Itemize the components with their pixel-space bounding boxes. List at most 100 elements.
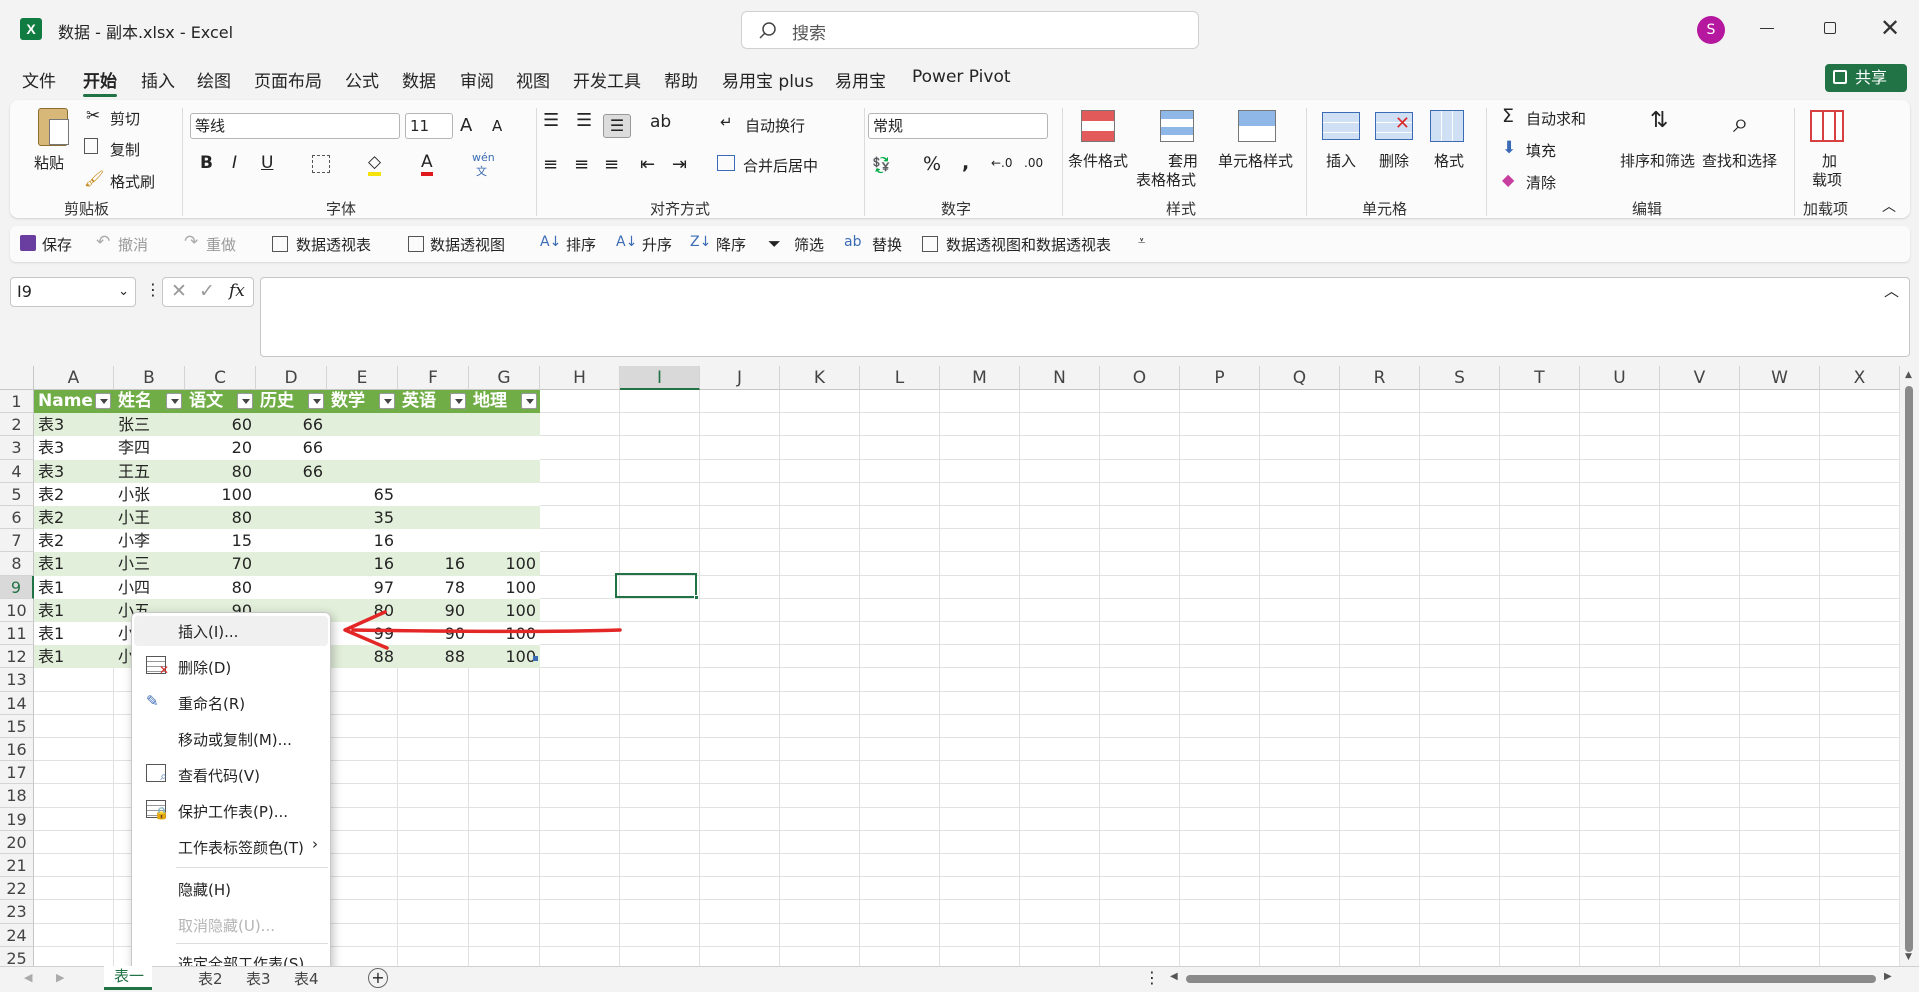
table-cell[interactable]: 表1: [34, 599, 114, 622]
table-cell[interactable]: 16: [327, 529, 398, 552]
menu-yiyongbao[interactable]: 易用宝: [835, 67, 886, 92]
table-cell[interactable]: [398, 483, 469, 506]
menu-developer[interactable]: 开发工具: [573, 67, 641, 92]
orientation-icon[interactable]: ab: [650, 112, 671, 132]
table-cell[interactable]: 表2: [34, 529, 114, 552]
menu-page-layout[interactable]: 页面布局: [254, 67, 322, 92]
table-cell[interactable]: [398, 460, 469, 483]
table-cell[interactable]: [469, 529, 540, 552]
add-ins-button-1[interactable]: 加: [1822, 150, 1837, 171]
autosum-button[interactable]: 自动求和: [1526, 108, 1586, 129]
paste-button[interactable]: 粘贴: [34, 152, 64, 173]
sheet-tab[interactable]: 表2: [192, 968, 230, 990]
row-header[interactable]: 9: [0, 575, 34, 599]
table-cell[interactable]: 15: [185, 529, 256, 552]
menu-file[interactable]: 文件: [22, 67, 56, 92]
column-header[interactable]: M: [940, 366, 1020, 390]
filter-dropdown-icon[interactable]: [237, 393, 253, 409]
table-cell[interactable]: 100: [185, 483, 256, 506]
table-cell[interactable]: 表3: [34, 436, 114, 459]
menu-insert[interactable]: 插入: [141, 67, 175, 92]
table-cell[interactable]: 小三: [114, 552, 185, 575]
sort-filter-button[interactable]: 排序和筛选: [1620, 150, 1695, 171]
filter-dropdown-icon[interactable]: [521, 393, 537, 409]
table-cell[interactable]: 表1: [34, 552, 114, 575]
restore-button[interactable]: [1824, 22, 1836, 34]
table-cell[interactable]: 100: [469, 576, 540, 599]
table-cell[interactable]: 张三: [114, 413, 185, 436]
bold-button[interactable]: B: [200, 153, 213, 173]
redo-button[interactable]: 重做: [206, 234, 236, 255]
scroll-up-icon[interactable]: ▲: [1905, 370, 1912, 380]
align-right-icon[interactable]: ≡: [604, 154, 619, 175]
menu-review[interactable]: 审阅: [460, 67, 494, 92]
filter-dropdown-icon[interactable]: [95, 393, 111, 409]
undo-button[interactable]: 撤消: [118, 234, 148, 255]
border-icon[interactable]: [312, 155, 330, 173]
table-cell[interactable]: [469, 436, 540, 459]
font-size-select[interactable]: 11: [405, 113, 453, 139]
row-header[interactable]: 1: [0, 390, 34, 414]
row-header[interactable]: 7: [0, 529, 34, 553]
table-cell[interactable]: 小四: [114, 576, 185, 599]
select-all-corner[interactable]: [0, 366, 34, 390]
more-icon[interactable]: ⋮: [145, 280, 161, 299]
row-header[interactable]: 2: [0, 413, 34, 437]
table-cell[interactable]: [327, 460, 398, 483]
format-cells-button[interactable]: 格式: [1434, 150, 1464, 171]
table-cell[interactable]: [256, 529, 327, 552]
table-cell[interactable]: 66: [256, 413, 327, 436]
menu-data[interactable]: 数据: [402, 67, 436, 92]
row-header[interactable]: 18: [0, 784, 34, 808]
cut-button[interactable]: 剪切: [110, 108, 140, 129]
italic-button[interactable]: I: [232, 153, 237, 173]
filter-dropdown-icon[interactable]: [450, 393, 466, 409]
table-cell[interactable]: [256, 483, 327, 506]
align-center-icon[interactable]: ≡: [574, 154, 589, 175]
column-header[interactable]: K: [780, 366, 860, 390]
menu-item-tab-color[interactable]: 工作表标签颜色(T): [178, 837, 304, 858]
filter-button[interactable]: 筛选: [794, 234, 824, 255]
tab-scroll-right-icon[interactable]: ▶: [56, 971, 64, 984]
menu-item-delete[interactable]: 删除(D): [178, 657, 231, 678]
horizontal-scroll-thumb[interactable]: [1186, 975, 1876, 983]
replace-button[interactable]: 替换: [872, 234, 902, 255]
copy-button[interactable]: 复制: [110, 139, 140, 160]
find-select-button[interactable]: 查找和选择: [1702, 150, 1777, 171]
table-header-cell[interactable]: 地理: [469, 390, 520, 413]
table-cell[interactable]: 60: [185, 413, 256, 436]
cancel-icon[interactable]: ✕: [171, 280, 187, 302]
conditional-format-button[interactable]: 条件格式: [1068, 150, 1128, 171]
align-middle-icon[interactable]: ☰: [576, 110, 592, 131]
column-header[interactable]: S: [1420, 366, 1500, 390]
table-cell[interactable]: 35: [327, 506, 398, 529]
filter-dropdown-icon[interactable]: [308, 393, 324, 409]
tab-scroll-left-icon[interactable]: ◀: [24, 971, 32, 984]
font-name-select[interactable]: 等线: [190, 113, 400, 139]
filter-dropdown-icon[interactable]: [379, 393, 395, 409]
decrease-indent-icon[interactable]: ⇤: [640, 154, 655, 175]
insert-function-icon[interactable]: fx: [229, 281, 245, 301]
column-header[interactable]: T: [1500, 366, 1580, 390]
add-sheet-icon[interactable]: +: [368, 968, 388, 988]
table-cell[interactable]: 65: [327, 483, 398, 506]
row-header[interactable]: 19: [0, 807, 34, 831]
decrease-decimal-icon[interactable]: .00: [1024, 156, 1043, 170]
collapse-formula-icon[interactable]: ︿: [1884, 280, 1899, 301]
table-header-cell[interactable]: 姓名: [114, 390, 165, 413]
cell-styles-button[interactable]: 单元格样式: [1218, 150, 1293, 171]
table-cell[interactable]: 78: [398, 576, 469, 599]
row-header[interactable]: 16: [0, 738, 34, 762]
table-cell[interactable]: [256, 552, 327, 575]
row-header[interactable]: 8: [0, 552, 34, 576]
table-cell[interactable]: [469, 413, 540, 436]
horizontal-scrollbar[interactable]: ◀ ▶: [1170, 971, 1900, 987]
add-ins-button-2[interactable]: 载项: [1812, 169, 1842, 190]
column-header[interactable]: P: [1180, 366, 1260, 390]
row-header[interactable]: 20: [0, 830, 34, 854]
share-button[interactable]: 共享: [1825, 64, 1907, 92]
customize-qat-icon[interactable]: ⩡: [1138, 234, 1145, 249]
row-header[interactable]: 23: [0, 900, 34, 924]
name-box[interactable]: I9 ⌄: [10, 277, 136, 307]
close-button[interactable]: ✕: [1880, 14, 1900, 42]
